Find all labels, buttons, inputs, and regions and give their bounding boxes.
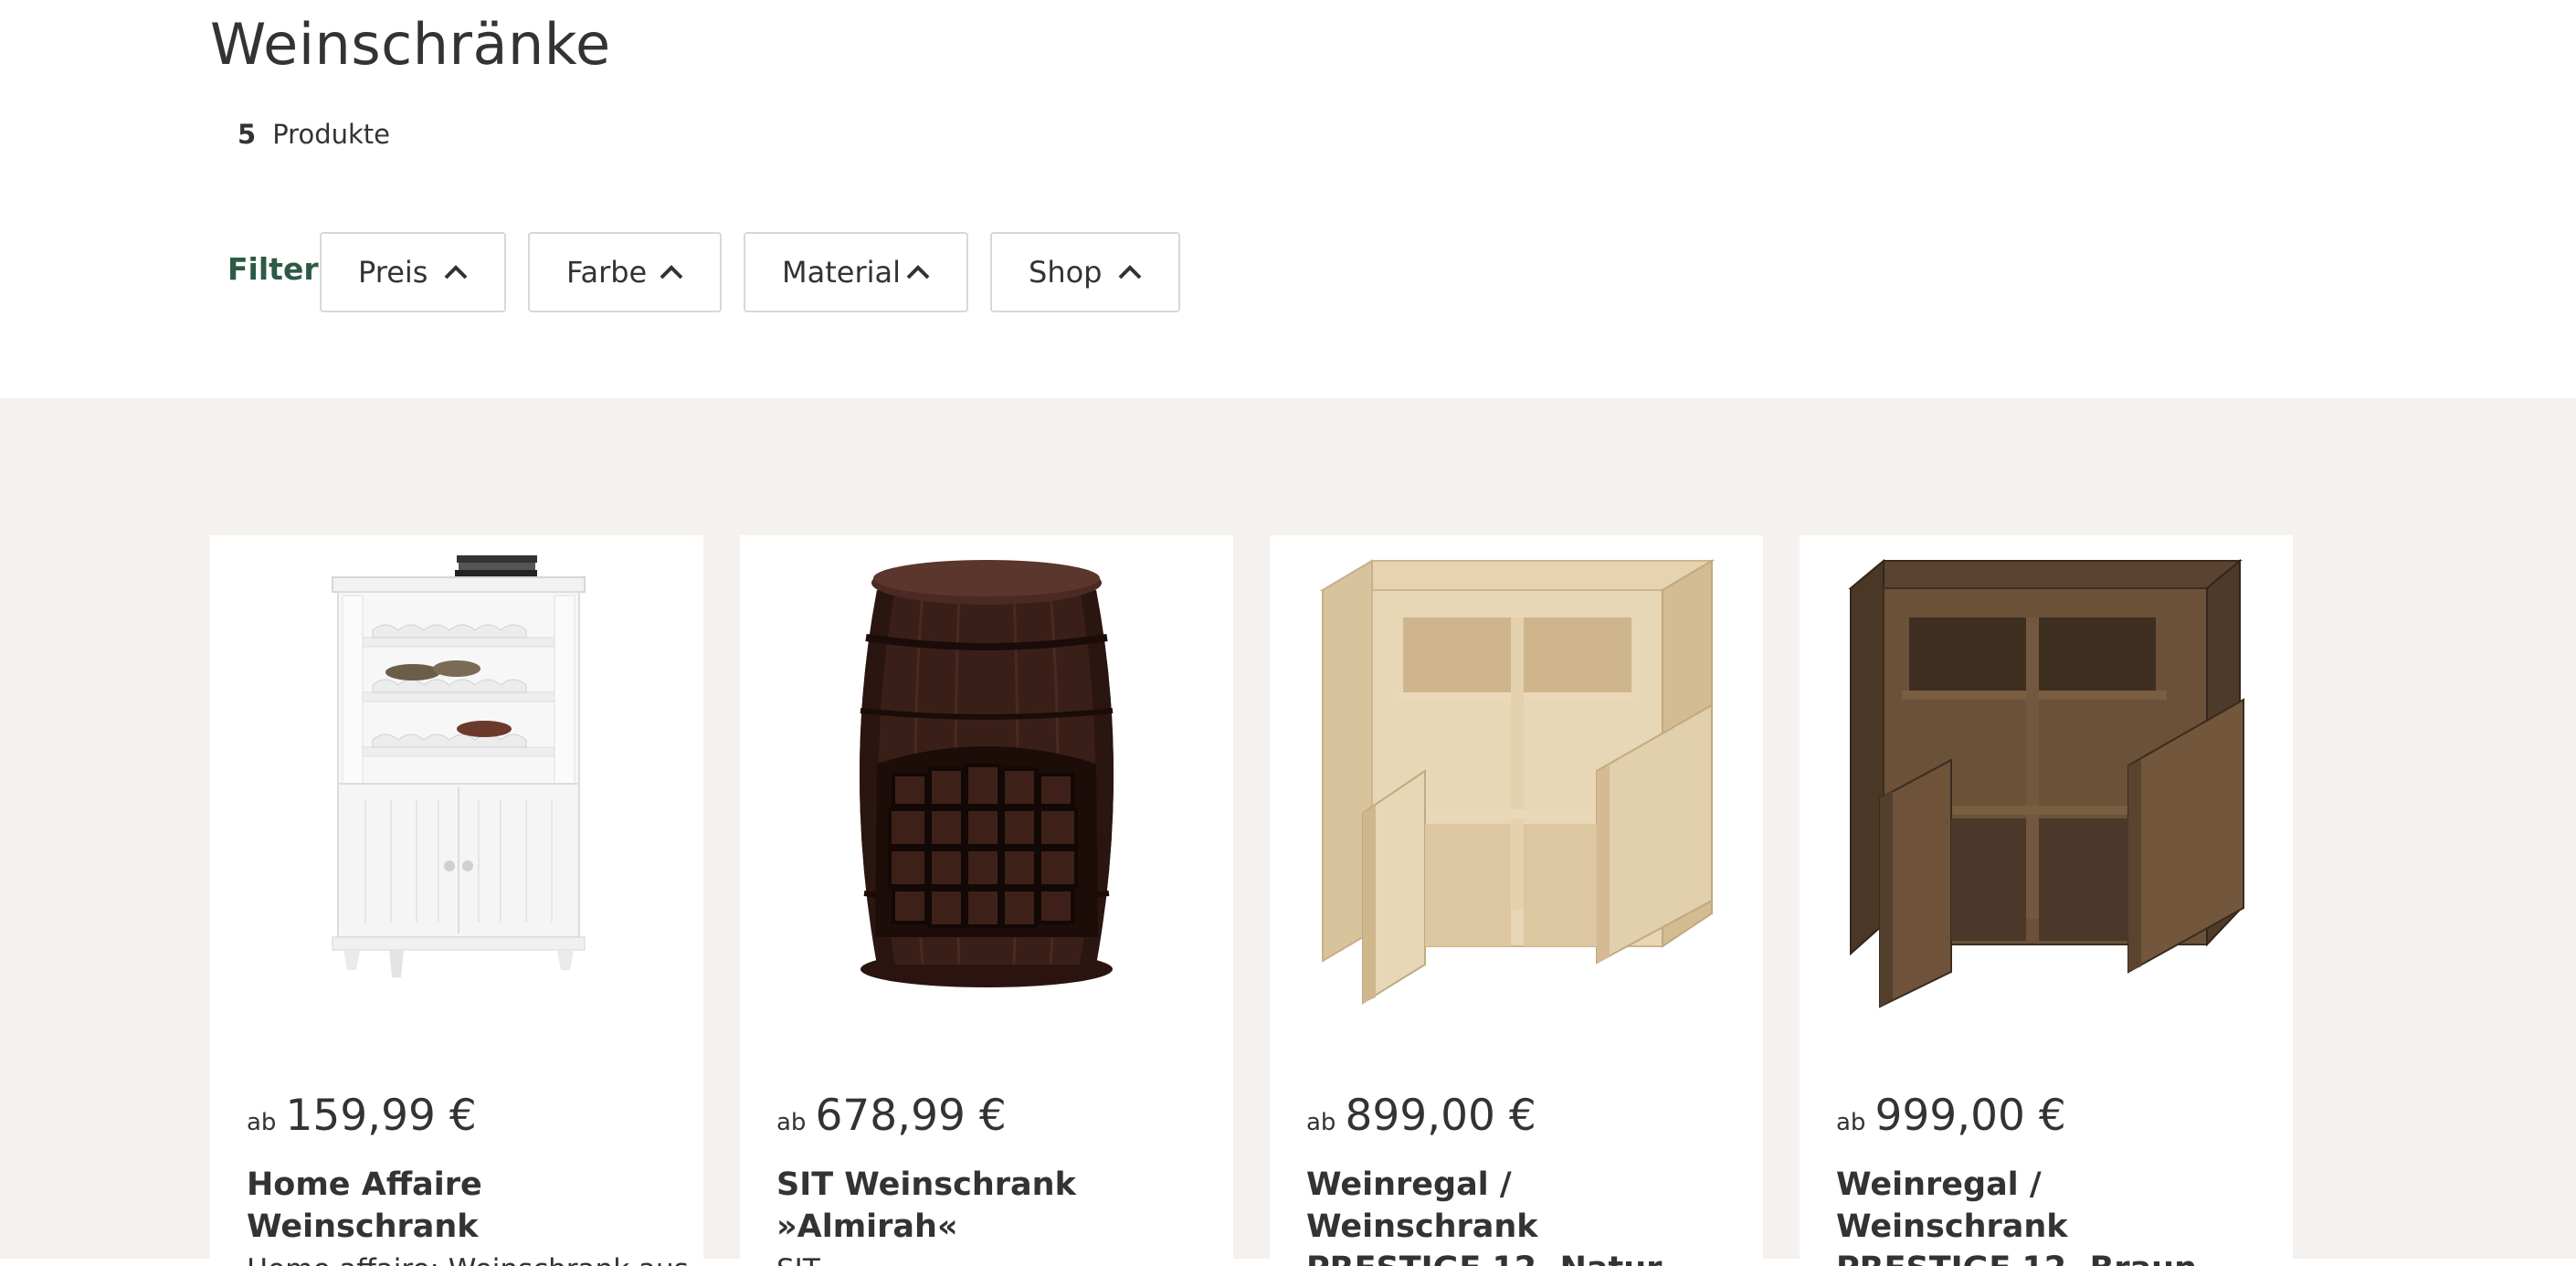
filter-material-label: Material [782,255,901,290]
product-count: 5 Produkte [238,119,390,150]
product-price: ab 999,00 € [1836,1091,2066,1141]
filter-material-button[interactable]: Material [744,232,968,312]
filter-preis-button[interactable]: Preis [320,232,506,312]
price-amount: 899,00 € [1345,1091,1536,1141]
product-card[interactable]: ab 159,99 € Home Affaire Weinschrank Home… [210,535,703,1266]
price-amount: 678,99 € [815,1091,1007,1141]
price-amount: 999,00 € [1874,1091,2066,1141]
filter-shop-label: Shop [1029,255,1103,290]
product-name[interactable]: Weinregal / Weinschrank PRESTIGE 12, Nat… [1306,1164,1736,1266]
product-count-label: Produkte [272,119,390,150]
filter-farbe-button[interactable]: Farbe [528,232,722,312]
product-name-line: Home Affaire Weinschrank [247,1166,482,1245]
product-image[interactable] [1270,535,1763,1010]
product-name[interactable]: SIT Weinschrank »Almirah« [776,1164,1206,1248]
chevron-up-icon [906,265,930,280]
product-image[interactable] [740,535,1233,1010]
product-name-line: Weinregal / Weinschrank [1306,1166,1538,1245]
product-count-number: 5 [238,119,257,150]
price-prefix: ab [1836,1109,1866,1136]
product-list: ab 159,99 € Home Affaire Weinschrank Home… [0,398,2576,1266]
filter-preis-label: Preis [358,255,428,290]
chevron-up-icon [660,265,683,280]
product-card[interactable]: ab 678,99 € SIT Weinschrank »Almirah« SIT [740,535,1233,1266]
price-amount: 159,99 € [285,1091,477,1141]
product-name-line: SIT Weinschrank »Almirah« [776,1166,1076,1245]
chevron-up-icon [444,265,468,280]
product-name-line: PRESTIGE 12, Braun... [1836,1248,2265,1266]
price-prefix: ab [247,1109,277,1136]
product-price: ab 678,99 € [776,1091,1007,1141]
product-name[interactable]: Weinregal / Weinschrank PRESTIGE 12, Bra… [1836,1164,2265,1266]
product-name[interactable]: Home Affaire Weinschrank [247,1164,676,1248]
product-price: ab 159,99 € [247,1091,477,1141]
product-description: Home affaire: Weinschrank aus [247,1253,689,1266]
filter-label: Filter [227,251,319,287]
product-image[interactable] [210,535,703,1010]
product-card[interactable]: ab 999,00 € Weinregal / Weinschrank PREST… [1800,535,2293,1266]
product-price: ab 899,00 € [1306,1091,1536,1141]
product-name-line: PRESTIGE 12, Natur [1306,1248,1736,1266]
filter-farbe-label: Farbe [566,255,648,290]
page-title: Weinschränke [210,11,611,78]
price-prefix: ab [776,1109,807,1136]
header-section: Weinschränke 5 Produkte Filter Preis Farb… [0,0,2576,398]
product-name-line: Weinregal / Weinschrank [1836,1166,2068,1245]
filter-shop-button[interactable]: Shop [990,232,1180,312]
product-card[interactable]: ab 899,00 € Weinregal / Weinschrank PREST… [1270,535,1763,1266]
chevron-up-icon [1118,265,1142,280]
product-image[interactable] [1800,535,2293,1010]
product-description: SIT [776,1253,1206,1266]
price-prefix: ab [1306,1109,1336,1136]
